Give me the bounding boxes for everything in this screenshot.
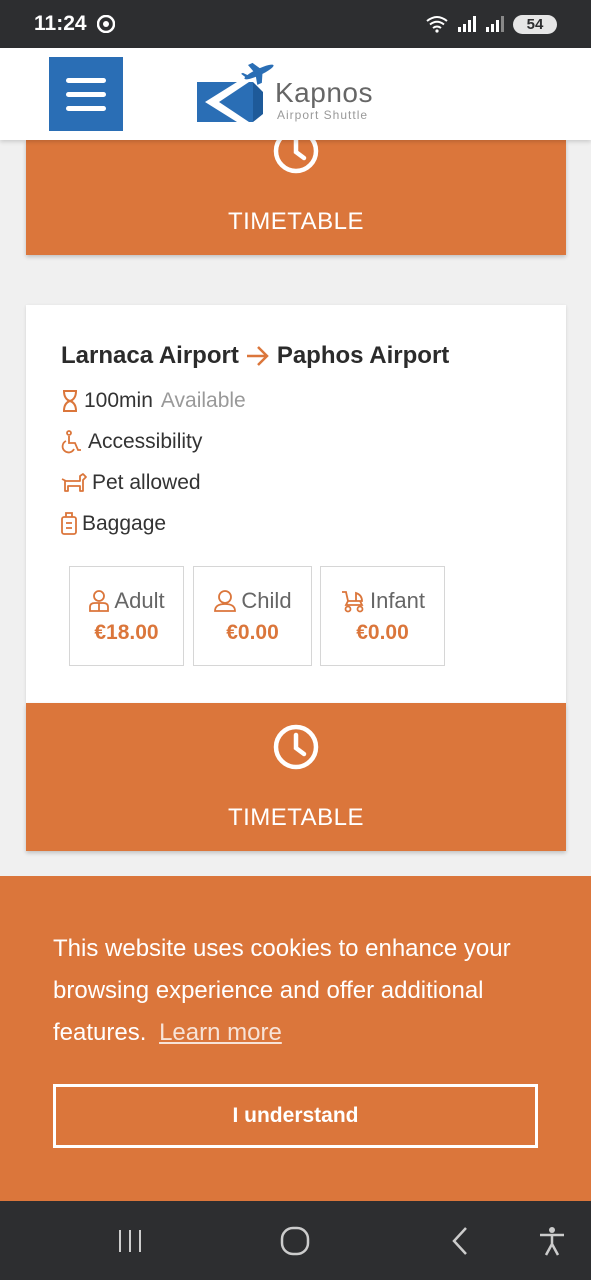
arrow-right-icon [246,346,269,366]
adult-icon [89,590,110,612]
stroller-icon [341,591,364,613]
logo-name: Kapnos [275,77,373,108]
price-child: Child €0.00 [193,566,312,666]
hourglass-icon [63,390,77,412]
feature-baggage: Baggage [60,512,166,536]
feature-accessibility: Accessibility [60,430,202,454]
status-left: 11:24 [34,12,115,36]
timetable-label: TIMETABLE [227,804,365,831]
recents-icon[interactable] [114,1225,146,1257]
back-icon[interactable] [445,1225,477,1257]
price-infant: Infant €0.00 [320,566,445,666]
logo-tagline: Airport Shuttle [277,108,369,122]
luggage-icon [61,512,77,535]
price-type-label: Child [241,588,292,613]
availability-status: Available [160,389,246,412]
feature-label: Pet allowed [92,471,201,494]
home-icon[interactable] [279,1225,311,1257]
route-origin: Larnaca Airport [61,342,239,369]
wifi-icon [426,16,448,33]
system-nav-bar [0,1201,591,1280]
menu-button[interactable] [49,57,123,131]
logo-mark-icon [197,62,274,122]
status-time: 11:24 [34,12,87,35]
price-value: €18.00 [94,621,159,644]
price-type-row: Child [194,588,311,614]
price-type-label: Adult [114,588,165,613]
accessibility-icon[interactable] [536,1225,568,1257]
price-type-row: Adult [70,588,183,614]
route-destination: Paphos Airport [276,342,450,369]
price-type-label: Infant [369,588,426,613]
dog-icon [61,473,87,492]
clock-icon [273,724,319,770]
price-value: €0.00 [226,621,279,644]
timetable-button-top[interactable]: TIMETABLE [26,128,566,255]
duration-value: 100min [84,389,153,412]
route-card: Larnaca Airport Paphos Airport 100min Av… [26,305,566,703]
price-adult: Adult €18.00 [69,566,184,666]
child-icon [214,590,237,612]
route-title: Larnaca Airport Paphos Airport [61,342,449,370]
accept-cookies-button[interactable]: I understand [53,1084,538,1148]
wheelchair-icon [61,430,81,454]
signal-icon [458,16,476,32]
timetable-label: TIMETABLE [227,208,365,235]
cookie-message: This website uses cookies to enhance you… [53,928,523,1054]
status-right: 54 [425,14,557,34]
battery-indicator: 54 [513,14,557,34]
timetable-button[interactable]: TIMETABLE [26,703,566,851]
duration-row: 100min Available [60,389,246,413]
feature-pets: Pet allowed [60,471,201,495]
feature-label: Baggage [82,512,167,535]
status-bar: 11:24 54 [0,0,591,48]
feature-label: Accessibility [88,430,203,453]
hamburger-bar [66,91,106,97]
logo[interactable]: Kapnos Airport Shuttle [193,58,403,130]
hamburger-bar [66,105,106,111]
site-header: Kapnos Airport Shuttle [0,48,591,140]
learn-more-link[interactable]: Learn more [159,1019,282,1046]
price-value: €0.00 [356,621,409,644]
signal-icon-2 [486,16,504,32]
chrome-icon [96,15,115,33]
price-type-row: Infant [321,588,444,614]
hamburger-bar [66,77,106,83]
cookie-banner: This website uses cookies to enhance you… [0,876,591,1201]
